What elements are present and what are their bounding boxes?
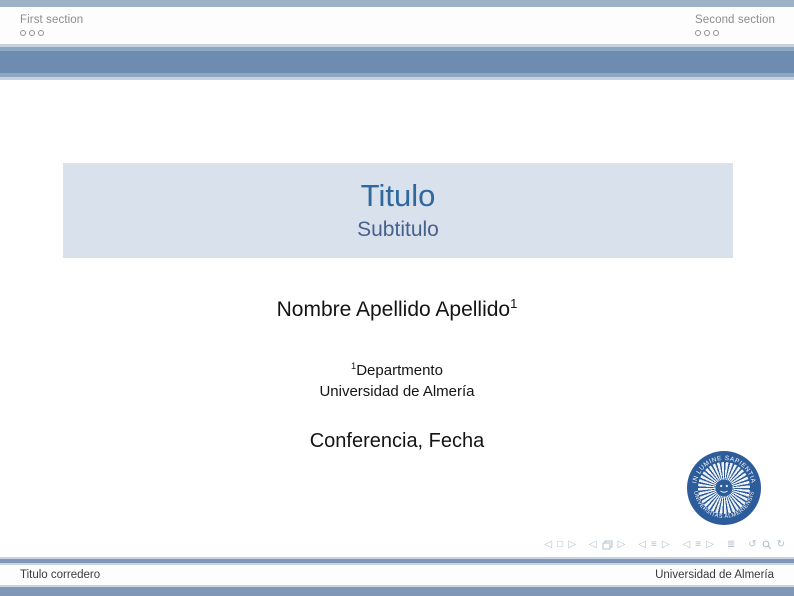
- nav-slide-group: ◁ □ ▷: [544, 539, 575, 551]
- nav-back-icon[interactable]: ↺: [748, 539, 756, 551]
- institute-block: 1Departmento Universidad de Almería: [0, 360, 794, 402]
- institute-department: 1Departmento: [0, 360, 794, 381]
- logo-face-eye: [726, 485, 728, 487]
- magnifier-icon[interactable]: [762, 540, 772, 550]
- nav-subsection-group: ◁ ≡ ▷: [638, 539, 669, 551]
- top-bar: [0, 0, 794, 7]
- section-first-dots: [20, 30, 83, 36]
- conference-date: Conferencia, Fecha: [0, 430, 794, 453]
- nav-forward-icon[interactable]: ↻: [777, 539, 785, 551]
- logo-sun-face: [716, 480, 733, 497]
- footer: Titulo corredero Universidad de Almería: [0, 556, 794, 596]
- nav-subsection-icon[interactable]: ≡: [651, 539, 657, 551]
- author-name: Nombre Apellido Apellido1: [0, 298, 794, 322]
- nav-next-frame-icon[interactable]: ▷: [618, 539, 626, 551]
- section-second-dots: [695, 30, 775, 36]
- nav-dot[interactable]: [20, 30, 26, 36]
- nav-prev-subsection-icon[interactable]: ◁: [638, 539, 646, 551]
- section-first[interactable]: First section: [20, 13, 83, 36]
- slide-title: Titulo: [361, 180, 436, 212]
- nav-history-group: ↺ ↻: [748, 539, 785, 551]
- section-first-label[interactable]: First section: [20, 13, 83, 27]
- section-second-label[interactable]: Second section: [695, 13, 775, 27]
- nav-next-subsection-icon[interactable]: ▷: [662, 539, 670, 551]
- author-footnote-marker: 1: [510, 296, 517, 311]
- footer-bottom-bar: [0, 585, 794, 596]
- section-second[interactable]: Second section: [695, 13, 775, 36]
- nav-dot[interactable]: [695, 30, 701, 36]
- university-logo: IN LUMINE SAPIENTIA UNIVERSITAS ALMERIEN…: [687, 451, 761, 525]
- nav-next-section-icon[interactable]: ▷: [706, 539, 714, 551]
- nav-prev-frame-icon[interactable]: ◁: [589, 539, 597, 551]
- nav-frame-icon[interactable]: □: [557, 539, 563, 551]
- footer-strip: Titulo corredero Universidad de Almería: [0, 565, 794, 585]
- footer-short-title: Titulo corredero: [20, 569, 100, 581]
- nav-prev-section-icon[interactable]: ◁: [683, 539, 691, 551]
- header-band: [0, 44, 794, 80]
- nav-dot[interactable]: [29, 30, 35, 36]
- nav-prev-slide-icon[interactable]: ◁: [544, 539, 552, 551]
- institute-department-text: Departmento: [356, 362, 443, 379]
- nav-dot[interactable]: [704, 30, 710, 36]
- nav-next-slide-icon[interactable]: ▷: [568, 539, 576, 551]
- footer-institution: Universidad de Almería: [655, 569, 774, 581]
- frame-overlay-icon[interactable]: [602, 540, 613, 550]
- header-nav: First section Second section: [0, 7, 794, 44]
- beamer-nav-bar: ◁ □ ▷ ◁ ▷ ◁ ≡ ▷ ◁ ≡ ▷ ≣ ↺: [544, 538, 785, 552]
- nav-appendix-group: ≣: [727, 539, 735, 551]
- nav-section-group: ◁ ≡ ▷: [683, 539, 714, 551]
- logo-face-eye: [720, 485, 722, 487]
- footer-separator-bar: [0, 556, 794, 565]
- beamer-slide: First section Second section Titulo Subt…: [0, 0, 794, 596]
- author-name-text: Nombre Apellido Apellido: [277, 298, 510, 321]
- nav-frame-group: ◁ ▷: [589, 539, 625, 551]
- logo-seal-icon: IN LUMINE SAPIENTIA UNIVERSITAS ALMERIEN…: [687, 451, 761, 525]
- nav-appendix-icon[interactable]: ≣: [727, 539, 735, 551]
- institute-university: Universidad de Almería: [0, 381, 794, 402]
- title-block: Titulo Subtitulo: [63, 163, 733, 258]
- nav-dot[interactable]: [713, 30, 719, 36]
- nav-dot[interactable]: [38, 30, 44, 36]
- slide-subtitle: Subtitulo: [357, 219, 439, 241]
- nav-section-icon[interactable]: ≡: [695, 539, 701, 551]
